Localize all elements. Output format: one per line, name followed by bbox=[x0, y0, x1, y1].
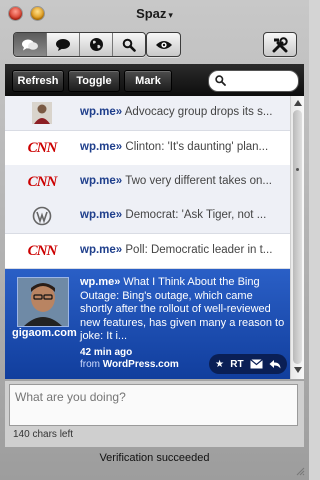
cnn-logo: CNN bbox=[27, 171, 58, 193]
toggle-view-button[interactable] bbox=[146, 32, 181, 57]
timeline-scrollbar[interactable] bbox=[290, 96, 304, 379]
tweet-actions: ★ RT bbox=[209, 354, 287, 374]
list-item[interactable]: CNN wp.me» Clinton: 'It's daunting' plan… bbox=[5, 131, 290, 166]
compose-area: 140 chars left bbox=[5, 380, 304, 447]
tweet-text: wp.me» Democrat: 'Ask Tiger, not ... bbox=[80, 209, 288, 221]
tweet-snippet: Poll: Democratic leader in t... bbox=[125, 244, 273, 256]
scroll-grip bbox=[296, 168, 299, 171]
source-link[interactable]: wp.me» bbox=[80, 244, 122, 256]
search-icon bbox=[215, 75, 226, 86]
refresh-button[interactable]: Refresh bbox=[12, 70, 64, 92]
list-item[interactable]: wp.me» Democrat: 'Ask Tiger, not ... bbox=[5, 199, 290, 234]
avatar[interactable] bbox=[17, 277, 69, 327]
tools-icon bbox=[272, 36, 288, 52]
from-label: from bbox=[80, 359, 100, 370]
settings-button[interactable] bbox=[263, 32, 297, 57]
mark-button[interactable]: Mark bbox=[124, 70, 172, 92]
tweet-text: wp.me» Two very different takes on... bbox=[80, 175, 288, 187]
cnn-logo: CNN bbox=[27, 137, 58, 159]
search-tab[interactable] bbox=[113, 33, 145, 56]
status-message: Verification succeeded bbox=[99, 452, 210, 464]
timeline-list: wp.me» Advocacy group drops its s... CNN… bbox=[5, 96, 304, 379]
app-title: Spaz bbox=[136, 6, 167, 21]
friends-tab[interactable] bbox=[14, 33, 47, 56]
tweet-snippet: Two very different takes on... bbox=[125, 175, 272, 187]
replies-tab[interactable] bbox=[47, 33, 80, 56]
filter-search-input[interactable] bbox=[229, 73, 293, 88]
tweet-snippet: Clinton: 'It's daunting' plan... bbox=[125, 141, 269, 153]
chat-bubbles-icon bbox=[22, 39, 38, 50]
retweet-button[interactable]: RT bbox=[230, 359, 243, 370]
source-link[interactable]: wp.me» bbox=[80, 175, 122, 187]
timeline-tab-group bbox=[13, 32, 146, 57]
tweet-snippet: Democrat: 'Ask Tiger, not ... bbox=[125, 209, 267, 221]
toggle-button[interactable]: Toggle bbox=[68, 70, 120, 92]
filter-search-box[interactable] bbox=[208, 70, 299, 92]
reply-arrow-icon[interactable] bbox=[269, 359, 281, 369]
favorite-star-icon[interactable]: ★ bbox=[215, 359, 224, 370]
envelope-icon[interactable] bbox=[249, 359, 263, 369]
action-bar: Refresh Toggle Mark bbox=[5, 64, 304, 96]
cnn-logo: CNN bbox=[27, 240, 58, 262]
tweet-text: wp.me» Clinton: 'It's daunting' plan... bbox=[80, 141, 288, 153]
magnifier-icon bbox=[122, 38, 136, 52]
app-title-menu[interactable]: Spaz ▾ bbox=[0, 6, 309, 21]
cnn-logo-text: CNN bbox=[27, 242, 58, 259]
speech-bubble-icon bbox=[56, 38, 70, 51]
spaz-window: Spaz ▾ Refresh Toggle Mark wp.me» Advoca… bbox=[0, 0, 309, 480]
person-avatar bbox=[28, 102, 56, 124]
list-item[interactable]: CNN wp.me» Two very different takes on..… bbox=[5, 165, 290, 200]
client-source: from WordPress.com bbox=[80, 359, 179, 370]
public-tab[interactable] bbox=[80, 33, 113, 56]
chevron-down-icon: ▾ bbox=[168, 10, 173, 20]
cnn-logo-text: CNN bbox=[27, 173, 58, 190]
source-link[interactable]: wp.me» bbox=[80, 106, 122, 118]
timestamp: 42 min ago bbox=[80, 347, 133, 358]
tweet-text: wp.me» What I Think About the Bing Outag… bbox=[80, 276, 288, 344]
wordpress-logo bbox=[28, 205, 56, 227]
tweet-text: wp.me» Advocacy group drops its s... bbox=[80, 106, 288, 118]
eye-icon bbox=[155, 40, 172, 49]
cnn-logo-text: CNN bbox=[27, 139, 58, 156]
source-link[interactable]: wp.me» bbox=[80, 209, 122, 221]
source-link[interactable]: wp.me» bbox=[80, 141, 122, 153]
status-input[interactable] bbox=[9, 384, 298, 426]
tweet-snippet: Advocacy group drops its s... bbox=[124, 106, 273, 118]
list-item[interactable]: wp.me» Advocacy group drops its s... bbox=[5, 96, 290, 131]
toolbar bbox=[0, 28, 309, 60]
globe-icon bbox=[89, 38, 103, 51]
tweet-text: wp.me» Poll: Democratic leader in t... bbox=[80, 244, 288, 256]
selected-tweet[interactable]: gigaom.com wp.me» What I Think About the… bbox=[5, 269, 290, 379]
resize-grip-icon[interactable] bbox=[295, 466, 305, 476]
scroll-down-arrow-icon[interactable] bbox=[294, 367, 302, 373]
scroll-thumb[interactable] bbox=[293, 110, 302, 364]
title-bar[interactable]: Spaz ▾ bbox=[0, 0, 309, 28]
char-counter: 140 chars left bbox=[13, 429, 74, 440]
avatar-caption: gigaom.com bbox=[12, 327, 77, 339]
client-link[interactable]: WordPress.com bbox=[103, 359, 179, 370]
scroll-up-arrow-icon[interactable] bbox=[294, 100, 302, 106]
list-item[interactable]: CNN wp.me» Poll: Democratic leader in t.… bbox=[5, 234, 290, 269]
source-link[interactable]: wp.me» bbox=[80, 276, 120, 288]
